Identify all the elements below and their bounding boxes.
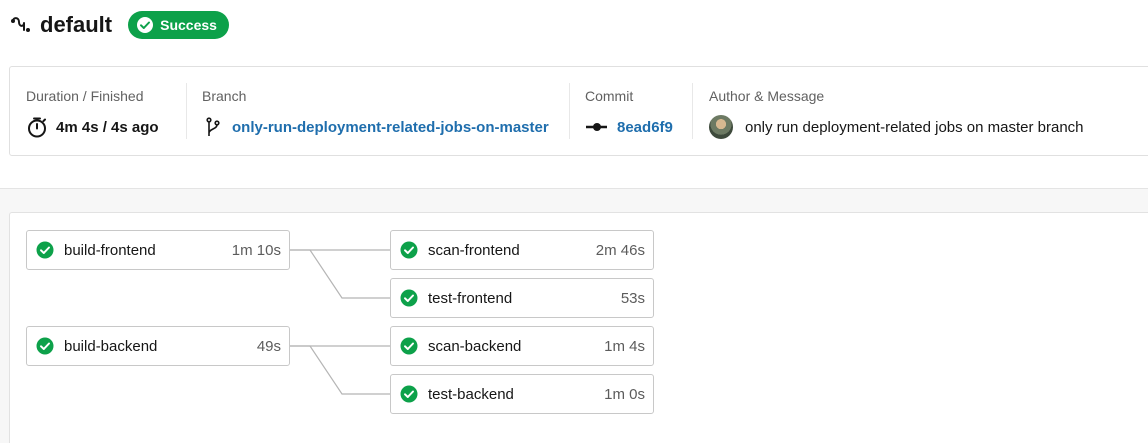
- avatar[interactable]: [709, 115, 733, 139]
- column-divider: [569, 83, 570, 139]
- commit-link[interactable]: 8ead6f9: [617, 119, 673, 136]
- duration-value-row: 4m 4s / 4s ago: [26, 115, 159, 139]
- status-badge-label: Success: [160, 17, 217, 33]
- job-name: build-frontend: [64, 241, 156, 259]
- branch-value-row: only-run-deployment-related-jobs-on-mast…: [202, 115, 549, 139]
- success-check-icon: [400, 385, 418, 403]
- job-name: test-backend: [428, 385, 514, 403]
- job-build-frontend[interactable]: build-frontend 1m 10s: [26, 230, 290, 270]
- job-name: build-backend: [64, 337, 158, 355]
- job-duration: 1m 4s: [604, 337, 645, 355]
- job-duration: 49s: [256, 337, 281, 355]
- branch-label: Branch: [202, 88, 247, 104]
- author-label: Author & Message: [709, 88, 825, 104]
- workflow-header: default Success: [10, 10, 229, 40]
- duration-value: 4m 4s / 4s ago: [56, 118, 159, 136]
- stopwatch-icon: [28, 117, 46, 138]
- job-test-backend[interactable]: test-backend 1m 0s: [390, 374, 654, 414]
- workflow-graph: build-frontend 1m 10s scan-frontend 2m 4…: [9, 212, 1148, 443]
- duration-label: Duration / Finished: [26, 88, 144, 104]
- commit-message: only run deployment-related jobs on mast…: [745, 118, 1084, 136]
- job-test-frontend[interactable]: test-frontend 53s: [390, 278, 654, 318]
- job-scan-frontend[interactable]: scan-frontend 2m 46s: [390, 230, 654, 270]
- column-divider: [692, 83, 693, 139]
- job-duration: 53s: [620, 289, 645, 307]
- check-circle-icon: [137, 17, 154, 33]
- git-commit-icon: [586, 123, 607, 131]
- success-check-icon: [400, 289, 418, 307]
- success-check-icon: [400, 241, 418, 259]
- job-duration: 1m 0s: [604, 385, 645, 403]
- job-build-backend[interactable]: build-backend 49s: [26, 326, 290, 366]
- job-name: scan-frontend: [428, 241, 520, 259]
- pipeline-summary-card: Duration / Finished 4m 4s / 4s ago Branc…: [9, 66, 1148, 156]
- workflow-icon: [10, 14, 32, 36]
- success-check-icon: [36, 337, 54, 355]
- commit-value-row: 8ead6f9: [585, 115, 673, 139]
- branch-link[interactable]: only-run-deployment-related-jobs-on-mast…: [232, 119, 549, 136]
- job-scan-backend[interactable]: scan-backend 1m 4s: [390, 326, 654, 366]
- job-name: test-frontend: [428, 289, 513, 307]
- page-title: default: [40, 12, 113, 37]
- author-value-row: only run deployment-related jobs on mast…: [709, 115, 1084, 139]
- git-branch-icon: [206, 117, 220, 136]
- job-name: scan-backend: [428, 337, 522, 355]
- status-badge: Success: [128, 11, 229, 39]
- job-duration: 2m 46s: [595, 241, 645, 259]
- success-check-icon: [400, 337, 418, 355]
- job-duration: 1m 10s: [231, 241, 281, 259]
- column-divider: [186, 83, 187, 139]
- commit-label: Commit: [585, 88, 634, 104]
- success-check-icon: [36, 241, 54, 259]
